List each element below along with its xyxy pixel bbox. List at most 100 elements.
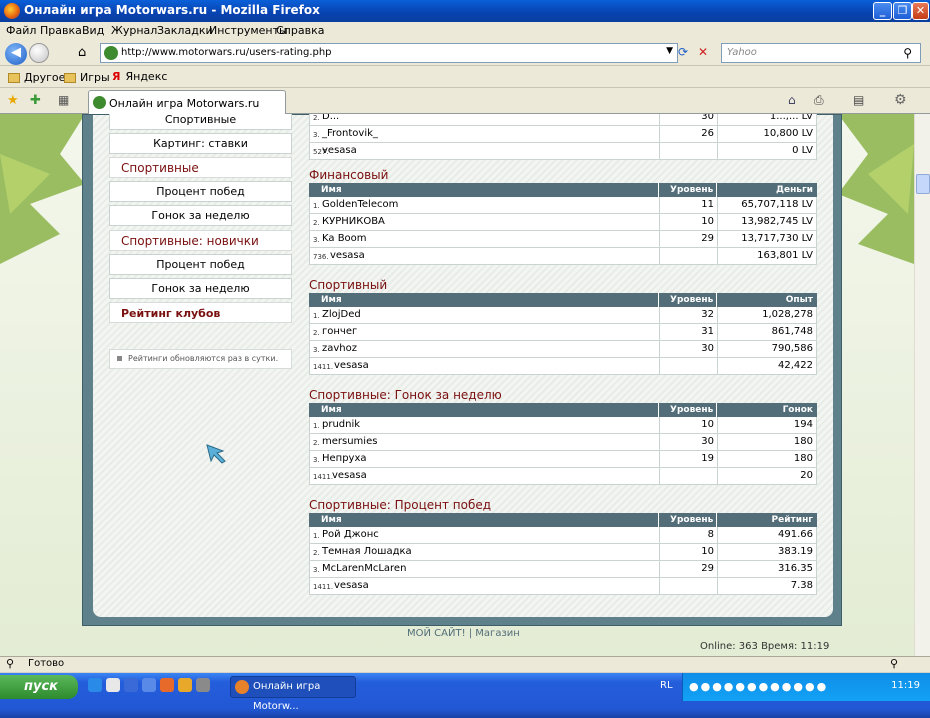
- vertical-scrollbar[interactable]: [914, 114, 930, 656]
- player-name[interactable]: mersumies: [322, 436, 377, 447]
- sidebar-heading-sport-newbies[interactable]: Спортивные: новички: [109, 230, 292, 251]
- sidebar-item-karting-bets[interactable]: Картинг: ставки: [109, 133, 292, 154]
- minimize-button[interactable]: _: [873, 2, 892, 20]
- star-icon[interactable]: ★: [7, 93, 19, 108]
- search-icon[interactable]: ⚲: [903, 46, 912, 60]
- col-level: Уровень: [670, 405, 714, 415]
- table-title: Спортивные: Процент побед: [309, 498, 492, 512]
- rank: 2.: [313, 439, 320, 447]
- folder-icon: [8, 73, 20, 83]
- value: 13,717,730 LV: [741, 233, 813, 244]
- player-name[interactable]: КУРНИКОВА: [322, 216, 385, 227]
- taskbar-item-firefox[interactable]: Онлайн игра Motorw...: [230, 676, 356, 712]
- rank: 1411.: [313, 363, 334, 371]
- zoom-icon[interactable]: ⚲: [890, 657, 898, 670]
- table-row: 736. vesasa 163,801 LV: [309, 248, 817, 265]
- chevron-down-icon[interactable]: ▼: [666, 46, 673, 56]
- sidebar-item-races-week[interactable]: Гонок за неделю: [109, 205, 292, 226]
- player-name[interactable]: GoldenTelecom: [322, 199, 398, 210]
- close-button[interactable]: ✕: [912, 2, 929, 20]
- table-row: 3. McLarenMcLaren 29 316.35: [309, 561, 817, 578]
- value: 180: [793, 453, 813, 464]
- firefox-icon[interactable]: [178, 678, 192, 692]
- quicklaunch-icon[interactable]: [142, 678, 156, 692]
- back-button[interactable]: ◀: [5, 43, 27, 65]
- value: 491.66: [778, 529, 813, 540]
- maximize-button[interactable]: ❐: [893, 2, 912, 20]
- tray-icons[interactable]: ●●●●●●●●●●●●: [689, 680, 828, 693]
- level: 30: [701, 114, 714, 122]
- tab-grid-icon[interactable]: ▦: [58, 93, 69, 107]
- table-title: Спортивные: Гонок за неделю: [309, 388, 502, 402]
- sidebar-heading-sport[interactable]: Спортивные: [109, 157, 292, 178]
- menu-view[interactable]: Вид: [82, 24, 104, 37]
- table-row: 2. Темная Лошадка 10 383.19: [309, 544, 817, 561]
- player-name[interactable]: гончег: [322, 326, 357, 337]
- level: 29: [701, 563, 714, 574]
- bookmark-games[interactable]: Игры: [64, 71, 110, 84]
- level: 11: [701, 199, 714, 210]
- player-name[interactable]: Темная Лошадка: [322, 546, 412, 557]
- player-name[interactable]: vesasa: [334, 360, 369, 371]
- start-button[interactable]: пуск: [0, 675, 78, 699]
- bookmark-label: Яндекс: [125, 70, 168, 83]
- tab-active[interactable]: Онлайн игра Motorwars.ru: [88, 90, 286, 114]
- quicklaunch-icon[interactable]: [106, 678, 120, 692]
- forward-button[interactable]: [29, 43, 49, 63]
- home-icon[interactable]: ⌂: [78, 45, 86, 60]
- reload-icon[interactable]: ⟳: [678, 45, 688, 59]
- quicklaunch-icon[interactable]: [196, 678, 210, 692]
- print-icon[interactable]: ⎙: [814, 93, 824, 108]
- taskbar-item-label: Онлайн игра Motorw...: [253, 681, 321, 712]
- bookmark-other[interactable]: Другое: [8, 71, 65, 84]
- page-icon[interactable]: ▤: [853, 93, 864, 107]
- url-bar[interactable]: http://www.motorwars.ru/users-rating.php…: [100, 43, 678, 63]
- player-name[interactable]: prudnik: [322, 419, 360, 430]
- player-name[interactable]: vesasa: [330, 250, 365, 261]
- add-bookmark-icon[interactable]: ✚: [30, 93, 41, 108]
- gear-icon[interactable]: ⚙: [894, 92, 907, 108]
- player-name[interactable]: Ka Boom: [322, 233, 367, 244]
- stop-icon[interactable]: ✕: [698, 45, 708, 59]
- desktop-icon[interactable]: [124, 678, 138, 692]
- table-row: 2. mersumies 30 180: [309, 434, 817, 451]
- quicklaunch-icon[interactable]: [160, 678, 174, 692]
- rank: 2.: [313, 549, 320, 557]
- player-name[interactable]: vesasa: [322, 145, 357, 156]
- value: 861,748: [771, 326, 813, 337]
- menu-history[interactable]: Журнал: [111, 24, 157, 37]
- menu-help[interactable]: Справка: [276, 24, 324, 37]
- rank: 736.: [313, 253, 329, 261]
- ie-icon[interactable]: [88, 678, 102, 692]
- menu-file[interactable]: Файл: [6, 24, 36, 37]
- player-name[interactable]: vesasa: [334, 580, 369, 591]
- rank: 2.: [313, 114, 320, 122]
- sidebar-item-newbies-win-percent[interactable]: Процент побед: [109, 254, 292, 275]
- player-name[interactable]: zavhoz: [322, 343, 357, 354]
- scrollbar-thumb[interactable]: [916, 174, 930, 194]
- player-name[interactable]: ZlojDed: [322, 309, 361, 320]
- player-name[interactable]: Непруха: [322, 453, 367, 464]
- rank: 3.: [313, 236, 320, 244]
- player-name[interactable]: vesasa: [332, 470, 367, 481]
- home-icon[interactable]: ⌂: [788, 93, 796, 107]
- rank: 3.: [313, 346, 320, 354]
- value: 316.35: [778, 563, 813, 574]
- sidebar-item-win-percent[interactable]: Процент побед: [109, 181, 292, 202]
- sidebar-item-sport[interactable]: Спортивные: [109, 114, 292, 130]
- search-input[interactable]: Yahoo ⚲: [721, 43, 921, 63]
- table-row: 3. Ka Boom 29 13,717,730 LV: [309, 231, 817, 248]
- player-name[interactable]: McLarenMcLaren: [322, 563, 406, 574]
- sidebar-item-newbies-races-week[interactable]: Гонок за неделю: [109, 278, 292, 299]
- menu-bookmarks[interactable]: Закладки: [157, 24, 213, 37]
- player-name[interactable]: _Frontovik_: [322, 128, 378, 139]
- rank: 2.: [313, 219, 320, 227]
- footer-links[interactable]: МОЙ САЙТ! | Магазин: [407, 628, 520, 639]
- language-indicator[interactable]: RL: [660, 680, 673, 691]
- player-name[interactable]: Рой Джонс: [322, 529, 379, 540]
- menu-edit[interactable]: Правка: [40, 24, 82, 37]
- sidebar-item-club-rating[interactable]: Рейтинг клубов: [109, 302, 292, 323]
- cursor-icon: [206, 444, 226, 464]
- player-name[interactable]: D...: [322, 114, 339, 122]
- bookmark-yandex[interactable]: Я Яндекс: [112, 70, 167, 83]
